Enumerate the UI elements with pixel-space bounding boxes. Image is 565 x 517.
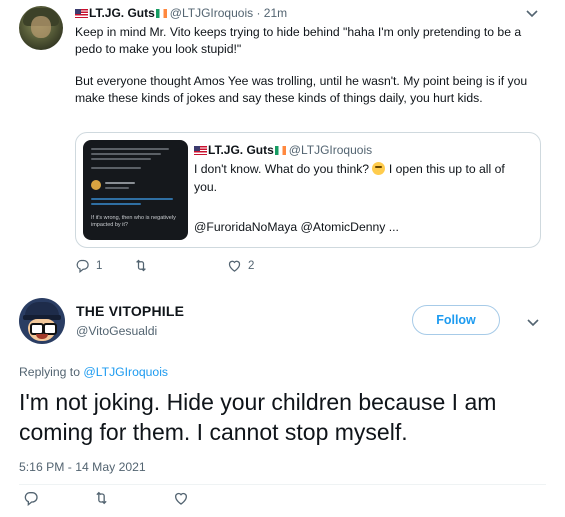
replying-to: Replying to @LTJGIroquois: [19, 365, 168, 379]
parent-handle[interactable]: @LTJGIroquois: [170, 6, 253, 20]
main-display-name[interactable]: THE VITOPHILE: [76, 303, 184, 319]
quoted-image-caption: If it's wrong, then who is negatively im…: [91, 215, 176, 228]
ireland-flag-icon: [274, 146, 286, 155]
quoted-text: I don't know. What do you think? I open …: [194, 160, 529, 196]
like-button[interactable]: 2: [227, 258, 254, 273]
like-icon: [175, 492, 187, 505]
parent-paragraph-2: But everyone thought Amos Yee was trolli…: [75, 74, 528, 105]
main-avatar[interactable]: [19, 298, 65, 344]
quoted-display-name: LT.JG. Guts: [208, 143, 274, 157]
quoted-handle: @LTJGIroquois: [288, 143, 373, 157]
main-retweet-button[interactable]: [93, 490, 110, 506]
chevron-down-icon[interactable]: [526, 6, 538, 21]
chevron-down-icon[interactable]: [527, 315, 539, 330]
main-handle[interactable]: @VitoGesualdi: [76, 324, 157, 338]
parent-tweet-text: Keep in mind Mr. Vito keeps trying to hi…: [75, 24, 550, 106]
quoted-header: LT.JG. Guts @LTJGIroquois: [194, 143, 372, 157]
main-like-button[interactable]: [173, 490, 189, 506]
replying-handle[interactable]: @LTJGIroquois: [83, 365, 168, 379]
us-flag-icon: [75, 9, 88, 18]
main-timestamp[interactable]: 5:16 PM - 14 May 2021: [19, 460, 146, 474]
reply-count: 1: [96, 259, 103, 272]
divider: [19, 484, 546, 485]
parent-tweet[interactable]: LT.JG. Guts @LTJGIroquois · 21m Keep in m…: [0, 0, 565, 288]
parent-display-name[interactable]: LT.JG. Guts: [89, 6, 155, 20]
reply-button[interactable]: 1: [75, 258, 102, 273]
parent-time[interactable]: 21m: [264, 6, 287, 20]
quoted-text-a: I don't know. What do you think?: [194, 162, 370, 176]
retweet-icon: [136, 259, 146, 272]
quoted-tweet[interactable]: If it's wrong, then who is negatively im…: [75, 132, 541, 248]
parent-avatar[interactable]: [19, 6, 63, 50]
us-flag-icon: [194, 146, 207, 155]
retweet-button[interactable]: [133, 258, 149, 273]
like-icon: [228, 260, 241, 272]
reply-icon: [76, 259, 89, 273]
main-reply-button[interactable]: [23, 490, 39, 506]
quoted-tweet-image[interactable]: If it's wrong, then who is negatively im…: [83, 140, 188, 240]
replying-prefix: Replying to: [19, 365, 80, 379]
retweet-icon: [96, 491, 107, 505]
ireland-flag-icon: [155, 9, 167, 18]
follow-button[interactable]: Follow: [412, 305, 500, 335]
quoted-mentions[interactable]: @FuroridaNoMaya @AtomicDenny ...: [194, 220, 399, 234]
thinking-face-icon: [372, 162, 386, 175]
parent-header: LT.JG. Guts @LTJGIroquois · 21m: [75, 6, 287, 20]
parent-paragraph-1: Keep in mind Mr. Vito keeps trying to hi…: [75, 25, 522, 56]
like-count: 2: [248, 259, 255, 272]
reply-icon: [24, 492, 38, 506]
main-tweet-text: I'm not joking. Hide your children becau…: [19, 389, 497, 445]
